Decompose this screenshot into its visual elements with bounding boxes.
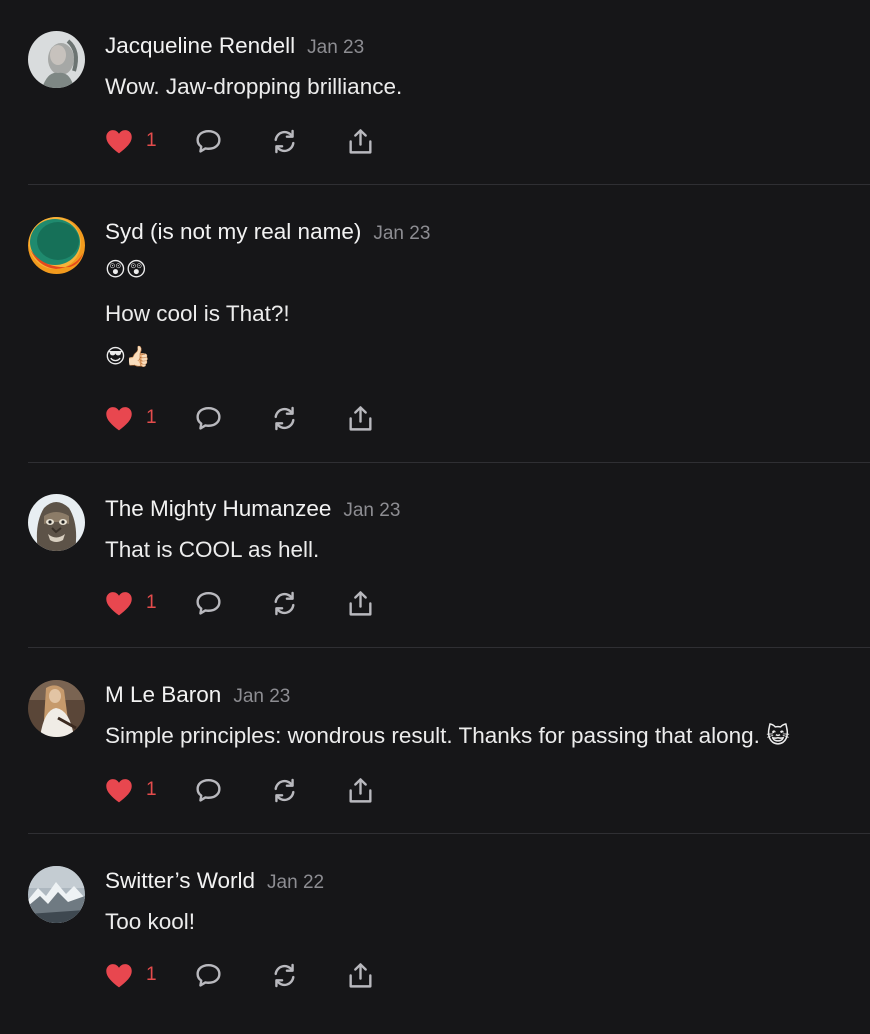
like-button[interactable]: 1: [105, 403, 157, 433]
like-count: 1: [146, 964, 157, 985]
share-icon: [349, 777, 372, 803]
repost-icon: [274, 963, 295, 987]
comment-header: Syd (is not my real name) Jan 23: [105, 219, 430, 245]
heart-icon: [106, 778, 132, 802]
like-count: 1: [146, 407, 157, 428]
share-icon: [349, 405, 372, 431]
comment-body: Too kool!: [105, 909, 850, 935]
share-icon: [349, 590, 372, 616]
author-name[interactable]: The Mighty Humanzee: [105, 496, 331, 521]
like-button[interactable]: 1: [105, 775, 157, 805]
post-date[interactable]: Jan 23: [233, 686, 290, 707]
avatar[interactable]: [28, 217, 85, 274]
post-date[interactable]: Jan 22: [267, 872, 324, 893]
action-bar: 1: [105, 775, 385, 805]
reply-button[interactable]: [194, 960, 223, 990]
repost-button[interactable]: [270, 960, 299, 990]
share-icon: [349, 128, 372, 154]
post-date[interactable]: Jan 23: [343, 500, 400, 521]
comment-icon: [196, 591, 221, 615]
share-button[interactable]: [346, 403, 375, 433]
separator: [28, 462, 870, 463]
comment-text: Wow. Jaw-dropping brilliance.: [105, 74, 403, 99]
heart-icon: [106, 591, 132, 615]
repost-button[interactable]: [270, 588, 299, 618]
comment-body: That is COOL as hell.: [105, 537, 850, 563]
avatar[interactable]: [28, 31, 85, 88]
author-name[interactable]: Switter’s World: [105, 868, 255, 893]
reply-button[interactable]: [194, 403, 223, 433]
post-date[interactable]: Jan 23: [307, 37, 364, 58]
comment-icon: [196, 963, 221, 987]
share-icon: [349, 962, 372, 988]
author-name[interactable]: M Le Baron: [105, 682, 221, 707]
comment-text: 😲😲: [105, 259, 147, 281]
like-button[interactable]: 1: [105, 126, 157, 156]
repost-icon: [274, 406, 295, 430]
repost-button[interactable]: [270, 126, 299, 156]
action-bar: 1: [105, 588, 385, 618]
author-name[interactable]: Syd (is not my real name): [105, 219, 361, 244]
avatar[interactable]: [28, 866, 85, 923]
comment-header: Jacqueline Rendell Jan 23: [105, 33, 364, 59]
repost-button[interactable]: [270, 403, 299, 433]
comment-header: The Mighty Humanzee Jan 23: [105, 496, 400, 522]
share-button[interactable]: [346, 960, 375, 990]
like-button[interactable]: 1: [105, 588, 157, 618]
comment-feed: Jacqueline Rendell Jan 23 Wow. Jaw-droppi…: [0, 0, 870, 1034]
action-bar: 1: [105, 403, 385, 433]
comment-icon: [196, 129, 221, 153]
avatar[interactable]: [28, 680, 85, 737]
share-button[interactable]: [346, 126, 375, 156]
comment-header: Switter’s World Jan 22: [105, 868, 324, 894]
like-count: 1: [146, 592, 157, 613]
repost-button[interactable]: [270, 775, 299, 805]
share-button[interactable]: [346, 775, 375, 805]
repost-icon: [274, 591, 295, 615]
separator: [28, 833, 870, 834]
comment-text: Simple principles: wondrous result. Than…: [105, 723, 790, 748]
comment-body: 😲😲 How cool is That?! 😎👍🏻: [105, 257, 850, 369]
separator: [28, 647, 870, 648]
reply-button[interactable]: [194, 126, 223, 156]
comment-body: Wow. Jaw-dropping brilliance.: [105, 74, 850, 100]
heart-icon: [106, 406, 132, 430]
heart-icon: [106, 963, 132, 987]
repost-icon: [274, 778, 295, 802]
comment-icon: [196, 406, 221, 430]
comment-header: M Le Baron Jan 23: [105, 682, 290, 708]
comment-icon: [196, 778, 221, 802]
avatar[interactable]: [28, 494, 85, 551]
post-date[interactable]: Jan 23: [373, 223, 430, 244]
comment-body: Simple principles: wondrous result. Than…: [105, 723, 850, 749]
author-name[interactable]: Jacqueline Rendell: [105, 33, 295, 58]
comment-text: How cool is That?!: [105, 301, 290, 326]
heart-icon: [106, 129, 132, 153]
action-bar: 1: [105, 960, 385, 990]
repost-icon: [274, 129, 295, 153]
share-button[interactable]: [346, 588, 375, 618]
comment-text: 😎👍🏻: [105, 346, 151, 368]
like-button[interactable]: 1: [105, 960, 157, 990]
comment-text: Too kool!: [105, 909, 196, 934]
comment-text: That is COOL as hell.: [105, 537, 320, 562]
action-bar: 1: [105, 126, 385, 156]
separator: [28, 184, 870, 185]
like-count: 1: [146, 130, 157, 151]
like-count: 1: [146, 779, 157, 800]
reply-button[interactable]: [194, 588, 223, 618]
reply-button[interactable]: [194, 775, 223, 805]
